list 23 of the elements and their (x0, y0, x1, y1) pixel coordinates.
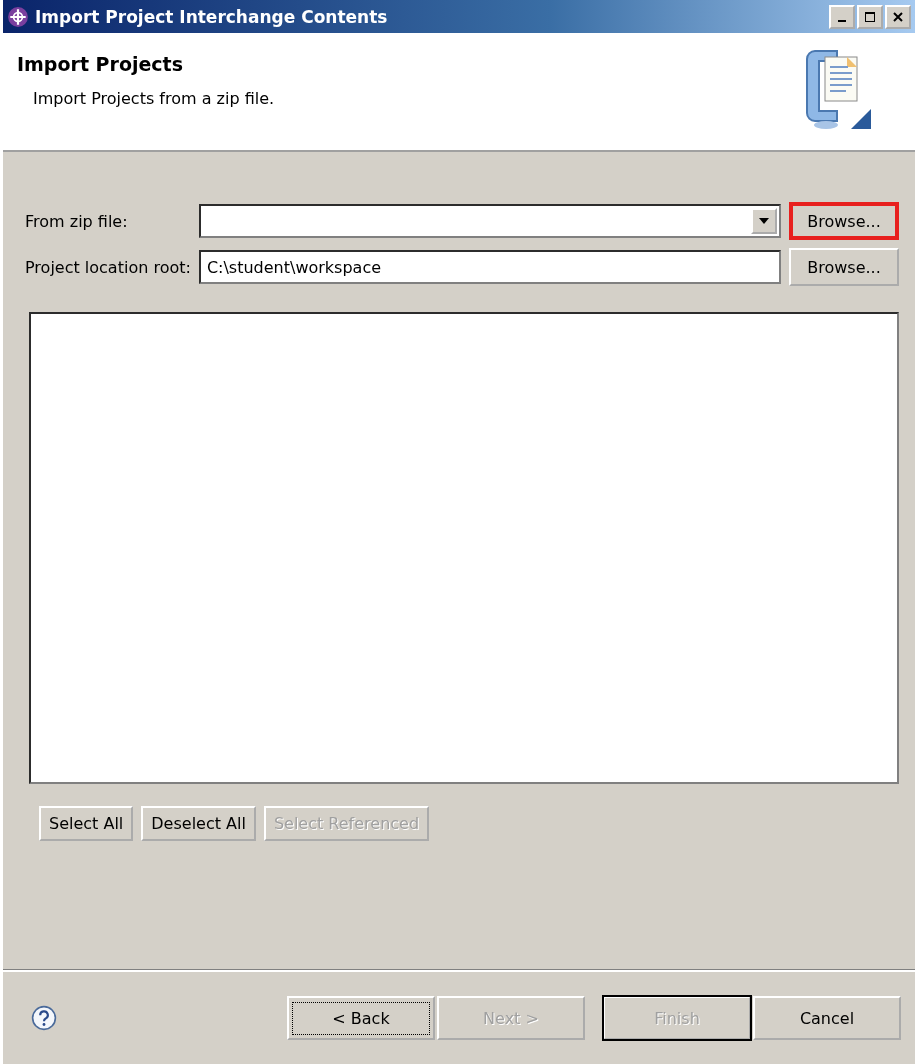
field-label: Project location root: (25, 257, 191, 277)
minimize-icon (838, 19, 846, 22)
close-icon (892, 10, 904, 23)
select-button[interactable]: Deselect All (141, 806, 256, 841)
minimize-button[interactable] (829, 4, 855, 29)
maximize-icon (864, 10, 876, 23)
zip-file-combo[interactable] (198, 204, 781, 238)
dropdown-button[interactable] (751, 208, 777, 234)
wizard-button[interactable]: Cancel (753, 996, 901, 1040)
wizard-button[interactable]: < Back (287, 996, 435, 1040)
field-label: From zip file: (25, 211, 129, 231)
caret-icon (759, 218, 769, 224)
close-button[interactable] (885, 4, 911, 29)
window-title: Import Project Interchange Contents (35, 6, 388, 27)
location-field[interactable]: C:\student\workspace (198, 250, 781, 284)
help-icon[interactable] (31, 1005, 57, 1031)
app-icon (7, 5, 29, 28)
browse-button[interactable]: Browse... (789, 248, 899, 286)
select-button[interactable]: Select All (39, 806, 134, 841)
page-description: Import Projects from a zip file. (32, 89, 275, 108)
page-title: Import Projects (17, 53, 184, 75)
maximize-button[interactable] (857, 4, 883, 29)
browse-button[interactable]: Browse... (789, 202, 899, 240)
